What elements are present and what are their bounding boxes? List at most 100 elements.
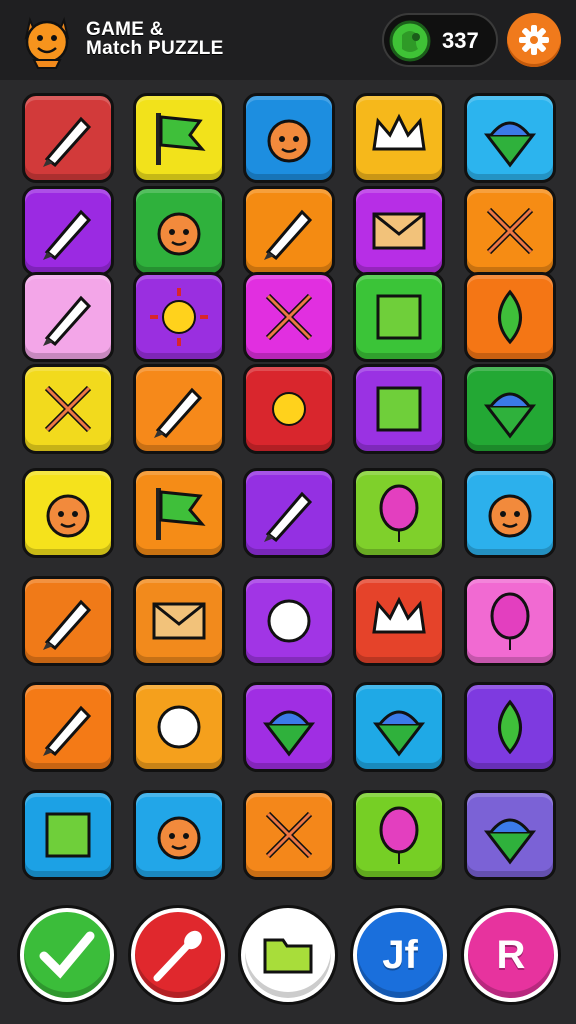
pencil-icon: [43, 295, 92, 347]
tile-devil-face[interactable]: [133, 186, 225, 276]
tile-hooded-figure[interactable]: [464, 468, 556, 558]
green-crown-icon: [372, 113, 426, 151]
sun-icon: [260, 380, 318, 438]
tile-green-flag[interactable]: [133, 93, 225, 183]
tile-sign-post[interactable]: [133, 468, 225, 558]
ice-cream-icon: [262, 710, 316, 757]
r-button[interactable]: R: [464, 908, 558, 1002]
tile-pencil[interactable]: [22, 272, 114, 362]
green-flag-icon: [156, 113, 206, 165]
game-title-line1: GAME &: [86, 19, 164, 40]
tile-crossed-sticks[interactable]: [243, 790, 335, 880]
crossed-tools-icon: [44, 385, 92, 433]
tile-purple-cup[interactable]: [353, 682, 445, 772]
tile-white-sun[interactable]: [133, 272, 225, 362]
tile-green-square[interactable]: [22, 790, 114, 880]
airplane-icon: [486, 207, 534, 255]
tile-white-crown[interactable]: [353, 576, 445, 666]
brush-button[interactable]: [131, 908, 225, 1002]
tile-blue-orb[interactable]: [133, 682, 225, 772]
purple-cup-icon: [372, 710, 426, 757]
tile-phoenix[interactable]: [22, 468, 114, 558]
tile-spinning-top[interactable]: [464, 93, 556, 183]
blue-pencil-icon: [43, 705, 92, 757]
pink-swirl-icon: [490, 592, 530, 650]
tile-blue-pencil[interactable]: [22, 682, 114, 772]
spinning-top-icon: [483, 121, 537, 168]
trumpet-icon: [154, 387, 203, 439]
brush-tool-icon: [43, 209, 92, 261]
tile-marker[interactable]: [22, 93, 114, 183]
tile-sword-box[interactable]: [353, 364, 445, 454]
tile-pen-nib[interactable]: [22, 576, 114, 666]
marker-icon: [43, 116, 92, 168]
scissors-icon: [265, 293, 313, 341]
coin-count: 337: [442, 28, 479, 53]
folder-button[interactable]: [241, 908, 335, 1002]
paper-envelope-icon: [152, 602, 206, 640]
jf-button[interactable]: Jf: [353, 908, 447, 1002]
chat-bubble-icon: [267, 599, 311, 643]
confirm-button[interactable]: [20, 908, 114, 1002]
white-crown-icon: [372, 596, 426, 634]
tile-paper-envelope[interactable]: [133, 576, 225, 666]
green-drop-icon: [498, 289, 522, 345]
tile-envelope[interactable]: [353, 186, 445, 276]
tile-crossed-tools[interactable]: [22, 364, 114, 454]
coin-counter[interactable]: 337: [382, 13, 498, 67]
fox-logo-icon: [24, 16, 70, 69]
tile-horse-chess[interactable]: [243, 93, 335, 183]
jf-button-label: Jf: [382, 933, 418, 977]
tile-brush-tool[interactable]: [22, 186, 114, 276]
green-fish-icon: [498, 699, 522, 755]
blue-orb-icon: [157, 705, 201, 749]
phoenix-icon: [46, 494, 90, 538]
tile-green-crown[interactable]: [353, 93, 445, 183]
r-button-label: R: [496, 933, 526, 977]
tile-knife[interactable]: [243, 186, 335, 276]
tile-chat-bubble[interactable]: [243, 576, 335, 666]
tile-green-drop[interactable]: [464, 272, 556, 362]
tile-gold-pen[interactable]: [243, 468, 335, 558]
balloon-icon: [379, 484, 419, 542]
pen-nib-icon: [43, 599, 92, 651]
tile-fox-face[interactable]: [133, 790, 225, 880]
tile-pink-swirl[interactable]: [464, 576, 556, 666]
tile-trumpet[interactable]: [133, 364, 225, 454]
fox-face-icon: [157, 816, 201, 860]
crossed-sticks-icon: [265, 811, 313, 859]
gold-pen-icon: [264, 491, 313, 543]
paint-tube-icon: [483, 392, 537, 439]
knife-icon: [264, 209, 313, 261]
parrot-icon: [379, 806, 419, 864]
tile-shell-top[interactable]: [464, 790, 556, 880]
hooded-figure-icon: [488, 494, 532, 538]
top-bar: GAME & Match PUZZLE 337: [0, 0, 576, 80]
tile-green-fish[interactable]: [464, 682, 556, 772]
white-sun-icon: [150, 288, 208, 346]
shell-top-icon: [483, 818, 537, 865]
gear-icon: [519, 25, 549, 55]
folder-icon: [263, 938, 313, 974]
game-title-line2: Match PUZZLE: [86, 38, 224, 59]
brush-icon: [153, 930, 202, 982]
tile-paint-tube[interactable]: [464, 364, 556, 454]
tile-airplane[interactable]: [464, 186, 556, 276]
game-sign-icon: [376, 294, 422, 340]
checkmark-icon: [39, 931, 95, 979]
sign-post-icon: [156, 488, 206, 540]
green-gem-icon: [389, 20, 431, 62]
devil-face-icon: [157, 212, 201, 256]
tile-ice-cream[interactable]: [243, 682, 335, 772]
settings-button[interactable]: [507, 13, 561, 67]
green-square-icon: [45, 812, 91, 858]
tile-balloon[interactable]: [353, 468, 445, 558]
horse-chess-icon: [267, 119, 311, 163]
tile-sun[interactable]: [243, 364, 335, 454]
sword-box-icon: [376, 386, 422, 432]
game-title: GAME & Match PUZZLE: [86, 20, 224, 58]
tile-parrot[interactable]: [353, 790, 445, 880]
tile-game-sign[interactable]: [353, 272, 445, 362]
envelope-icon: [372, 212, 426, 250]
tile-scissors[interactable]: [243, 272, 335, 362]
